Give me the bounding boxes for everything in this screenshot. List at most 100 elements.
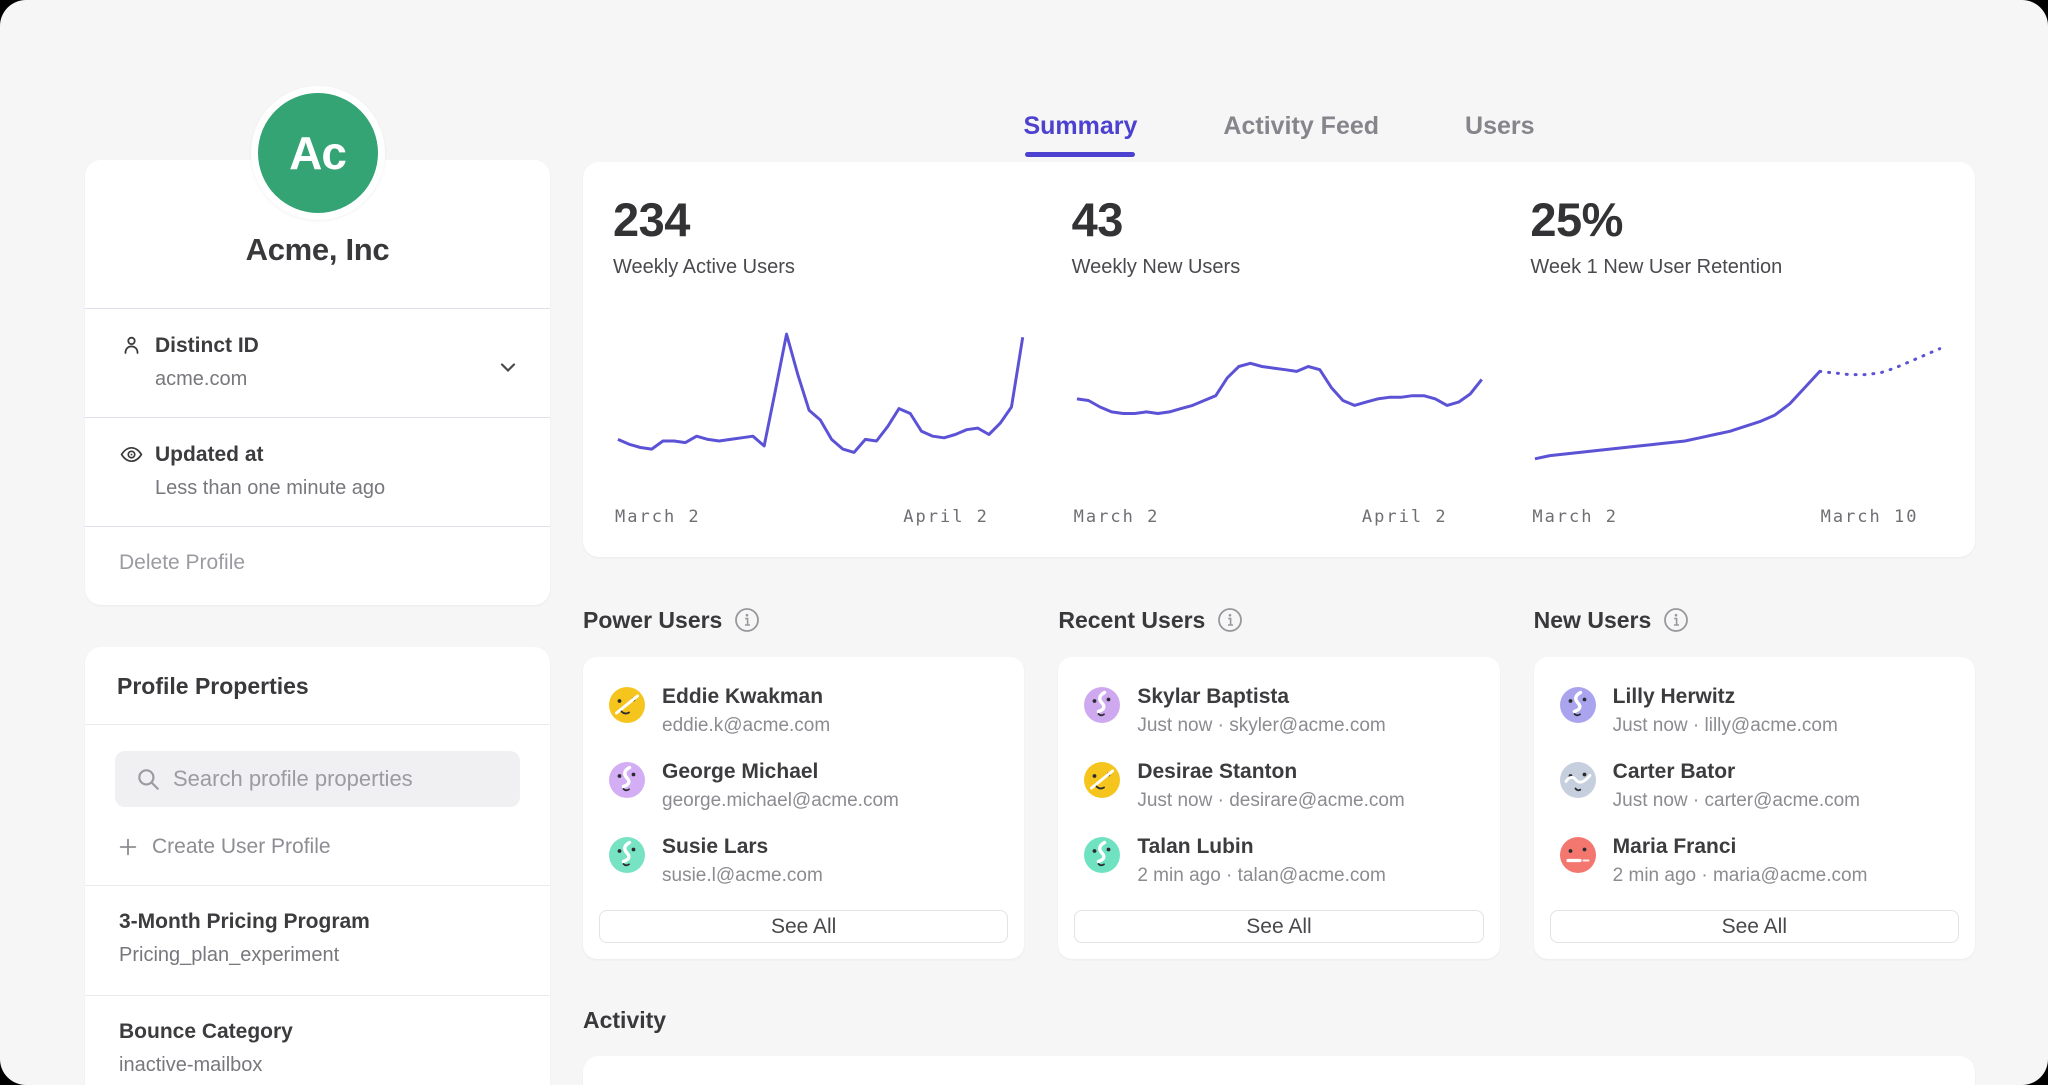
chart-x-axis: March 2 April 2 bbox=[1072, 507, 1487, 535]
create-user-profile-button[interactable]: Create User Profile bbox=[85, 807, 550, 885]
stat-column: 234 Weekly Active Users March 2 April 2 bbox=[613, 192, 1028, 535]
user-row[interactable]: George Michael george.michael@acme.com bbox=[609, 760, 998, 812]
x-tick-end: April 2 bbox=[1362, 507, 1448, 527]
stat-value: 43 bbox=[1072, 192, 1487, 247]
field-label: Distinct ID bbox=[155, 334, 259, 358]
field-label: Updated at bbox=[155, 443, 264, 467]
stat-label: Weekly New Users bbox=[1072, 256, 1487, 279]
activity-section-title: Activity bbox=[583, 1007, 1975, 1034]
user-avatar-icon bbox=[1084, 837, 1120, 873]
property-item[interactable]: 3-Month Pricing Program Pricing_plan_exp… bbox=[85, 886, 550, 995]
eye-icon bbox=[119, 442, 144, 467]
user-list-card: Lilly Herwitz Just now · lilly@acme.com … bbox=[1534, 657, 1975, 959]
user-row[interactable]: Carter Bator Just now · carter@acme.com bbox=[1560, 760, 1949, 812]
x-tick-start: March 2 bbox=[1532, 507, 1618, 527]
x-tick-end: March 10 bbox=[1821, 507, 1919, 527]
user-avatar-icon bbox=[1560, 837, 1596, 873]
delete-profile-button[interactable]: Delete Profile bbox=[85, 527, 550, 605]
profile-card: Acme, Inc Distinct ID acme.com bbox=[85, 160, 550, 605]
property-label: Bounce Category bbox=[119, 1020, 516, 1044]
profile-properties-title: Profile Properties bbox=[85, 647, 550, 724]
stat-value: 25% bbox=[1530, 192, 1945, 247]
user-detail: Just now · skyler@acme.com bbox=[1137, 715, 1385, 737]
trend-line-chart bbox=[1072, 321, 1487, 493]
user-list-card: Eddie Kwakman eddie.k@acme.com George Mi… bbox=[583, 657, 1024, 959]
user-name: Susie Lars bbox=[662, 835, 823, 859]
user-detail: george.michael@acme.com bbox=[662, 790, 899, 812]
summary-overview-card: 234 Weekly Active Users March 2 April 2 … bbox=[583, 162, 1975, 557]
divider bbox=[85, 724, 550, 725]
trend-line-chart bbox=[613, 321, 1028, 493]
user-name: Eddie Kwakman bbox=[662, 685, 830, 709]
user-row[interactable]: Desirae Stanton Just now · desirare@acme… bbox=[1084, 760, 1473, 812]
user-row[interactable]: Eddie Kwakman eddie.k@acme.com bbox=[609, 685, 998, 737]
user-avatar-icon bbox=[1084, 762, 1120, 798]
user-row[interactable]: Maria Franci 2 min ago · maria@acme.com bbox=[1560, 835, 1949, 887]
user-section-recent-users: Recent Users Skylar Baptista Just now · … bbox=[1058, 603, 1499, 959]
info-icon[interactable] bbox=[1663, 607, 1689, 633]
section-title: New Users bbox=[1534, 607, 1652, 634]
user-name: Lilly Herwitz bbox=[1613, 685, 1838, 709]
plus-icon bbox=[117, 836, 139, 858]
user-section-power-users: Power Users Eddie Kwakman eddie.k@acme.c… bbox=[583, 603, 1024, 959]
create-user-profile-label: Create User Profile bbox=[152, 835, 331, 859]
search-icon bbox=[135, 766, 161, 792]
property-label: 3-Month Pricing Program bbox=[119, 910, 516, 934]
user-detail: eddie.k@acme.com bbox=[662, 715, 830, 737]
x-tick-start: March 2 bbox=[1074, 507, 1160, 527]
see-all-button[interactable]: See All bbox=[1550, 910, 1959, 943]
user-name: George Michael bbox=[662, 760, 899, 784]
section-title: Recent Users bbox=[1058, 607, 1205, 634]
user-row[interactable]: Skylar Baptista Just now · skyler@acme.c… bbox=[1084, 685, 1473, 737]
tab-summary[interactable]: Summary bbox=[1023, 112, 1137, 157]
search-profile-properties-input[interactable] bbox=[115, 751, 520, 807]
profile-dashboard: Ac Acme, Inc Distinct ID acme.com bbox=[0, 0, 2048, 1085]
field-value: Less than one minute ago bbox=[155, 477, 516, 500]
stat-label: Weekly Active Users bbox=[613, 256, 1028, 279]
user-list-card: Skylar Baptista Just now · skyler@acme.c… bbox=[1058, 657, 1499, 959]
user-detail: 2 min ago · talan@acme.com bbox=[1137, 865, 1385, 887]
user-row[interactable]: Susie Lars susie.l@acme.com bbox=[609, 835, 998, 887]
stat-column: 25% Week 1 New User Retention March 2 Ma… bbox=[1530, 192, 1945, 535]
user-avatar-icon bbox=[1560, 762, 1596, 798]
activity-card: 2349403.4k bbox=[583, 1056, 1975, 1085]
chevron-down-icon[interactable] bbox=[496, 355, 520, 379]
user-detail: 2 min ago · maria@acme.com bbox=[1613, 865, 1868, 887]
user-detail: Just now · carter@acme.com bbox=[1613, 790, 1860, 812]
see-all-button[interactable]: See All bbox=[1074, 910, 1483, 943]
user-name: Talan Lubin bbox=[1137, 835, 1385, 859]
info-icon[interactable] bbox=[734, 607, 760, 633]
user-name: Skylar Baptista bbox=[1137, 685, 1385, 709]
info-icon[interactable] bbox=[1217, 607, 1243, 633]
stat-label: Week 1 New User Retention bbox=[1530, 256, 1945, 279]
user-row[interactable]: Talan Lubin 2 min ago · talan@acme.com bbox=[1084, 835, 1473, 887]
user-detail: susie.l@acme.com bbox=[662, 865, 823, 887]
user-avatar-icon bbox=[609, 837, 645, 873]
tab-activity-feed[interactable]: Activity Feed bbox=[1223, 112, 1379, 157]
user-detail: Just now · desirare@acme.com bbox=[1137, 790, 1404, 812]
sidebar: Ac Acme, Inc Distinct ID acme.com bbox=[85, 0, 550, 1085]
company-avatar: Ac bbox=[251, 86, 385, 220]
company-avatar-initials: Ac bbox=[289, 126, 346, 180]
x-tick-end: April 2 bbox=[903, 507, 989, 527]
user-row[interactable]: Lilly Herwitz Just now · lilly@acme.com bbox=[1560, 685, 1949, 737]
trend-line-chart bbox=[1530, 321, 1945, 493]
chart-x-axis: March 2 March 10 bbox=[1530, 507, 1945, 535]
distinct-id-row[interactable]: Distinct ID acme.com bbox=[85, 309, 550, 417]
user-avatar-icon bbox=[1560, 687, 1596, 723]
user-avatar-icon bbox=[609, 762, 645, 798]
chart-x-axis: March 2 April 2 bbox=[613, 507, 1028, 535]
see-all-button[interactable]: See All bbox=[599, 910, 1008, 943]
company-name: Acme, Inc bbox=[85, 232, 550, 268]
user-avatar-icon bbox=[609, 687, 645, 723]
stat-column: 43 Weekly New Users March 2 April 2 bbox=[1072, 192, 1487, 535]
section-title: Power Users bbox=[583, 607, 722, 634]
property-item[interactable]: Bounce Category inactive-mailbox bbox=[85, 996, 550, 1085]
tab-bar: Summary Activity Feed Users bbox=[583, 0, 1975, 157]
user-name: Maria Franci bbox=[1613, 835, 1868, 859]
user-detail: Just now · lilly@acme.com bbox=[1613, 715, 1838, 737]
property-value: inactive-mailbox bbox=[119, 1054, 516, 1077]
tab-users[interactable]: Users bbox=[1465, 112, 1535, 157]
person-icon bbox=[119, 333, 144, 358]
user-name: Desirae Stanton bbox=[1137, 760, 1404, 784]
